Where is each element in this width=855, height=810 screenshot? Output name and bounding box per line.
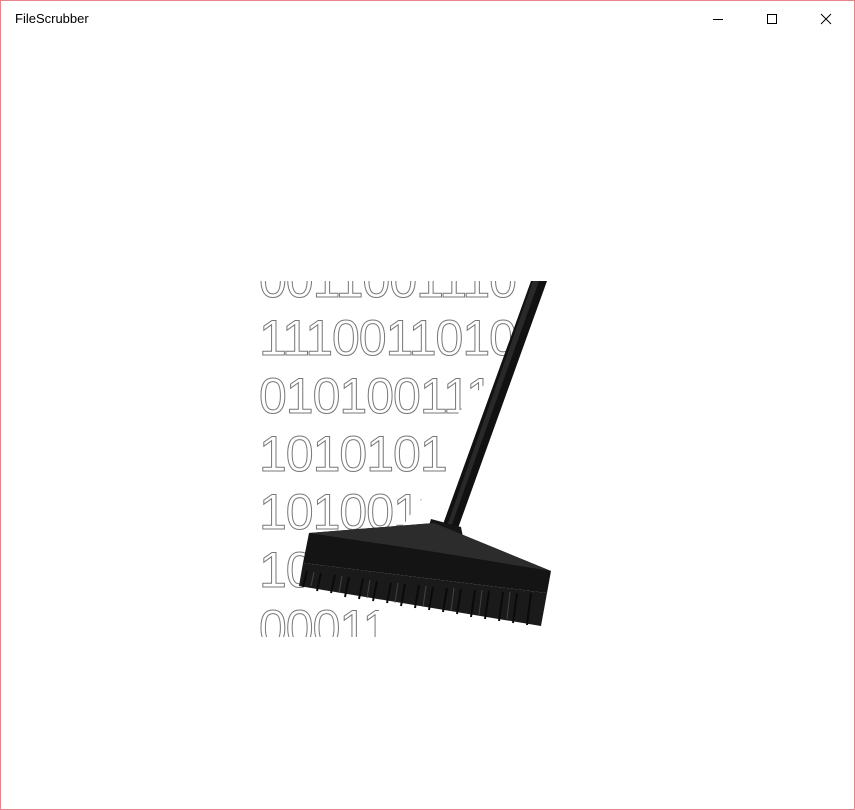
app-window: FileScrubber 001100111011100110100101001… [0, 0, 855, 810]
binary-row: 0011001110 [259, 281, 516, 308]
maximize-icon [767, 14, 777, 24]
maximize-button[interactable] [745, 1, 799, 37]
close-icon [820, 13, 832, 25]
binary-row: 1110011010 [259, 310, 516, 366]
broom-sweeping-binary-icon: 0011001110111001101001010011101010101001… [259, 281, 605, 637]
window-title: FileScrubber [15, 11, 89, 26]
minimize-button[interactable] [691, 1, 745, 37]
logo-graphic: 0011001110111001101001010011101010101001… [259, 281, 605, 637]
client-area: 0011001110111001101001010011101010101001… [1, 37, 854, 809]
title-bar[interactable]: FileScrubber [1, 1, 854, 37]
close-button[interactable] [799, 1, 853, 37]
minimize-icon [713, 19, 723, 20]
